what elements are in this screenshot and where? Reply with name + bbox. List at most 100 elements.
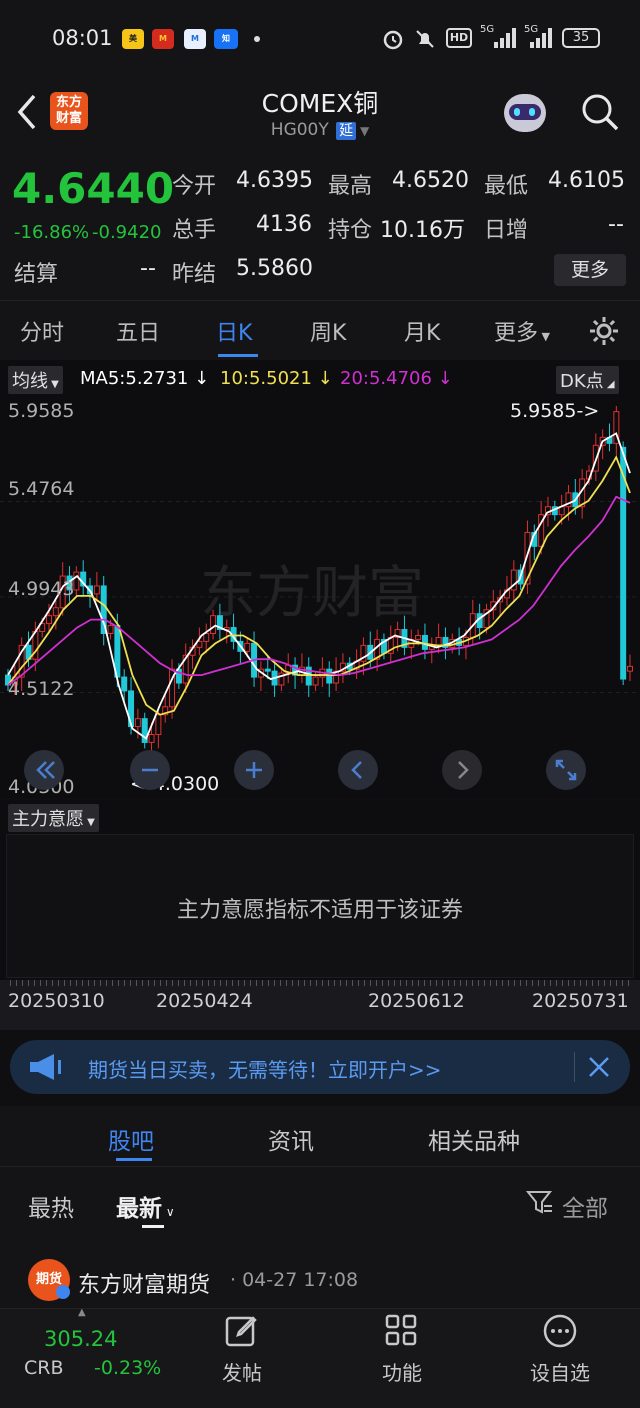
robot-assistant-icon[interactable] [500, 92, 550, 138]
post-button-label[interactable]: 发帖 [212, 1357, 272, 1386]
zhihu-app-icon: 知 [214, 29, 238, 49]
candle-body [93, 585, 100, 595]
ma5-legend: MA5:5.2731 ↓ [80, 368, 210, 389]
tab-more-label: 更多 [494, 321, 539, 346]
last-price: 4.6440 [12, 164, 175, 213]
m-app-icon: M [184, 29, 206, 49]
low-value: 4.6105 [548, 168, 625, 193]
scroll-right-button[interactable] [442, 750, 482, 790]
candle-body [264, 668, 271, 672]
more-quote-button[interactable]: 更多 [554, 254, 626, 286]
verified-badge-icon [56, 1285, 70, 1299]
volume-label: 总手 [172, 218, 217, 243]
account-open-banner[interactable]: 期货当日买卖，无需等待！立即开户>> [10, 1040, 630, 1094]
functions-grid-icon[interactable] [384, 1313, 420, 1349]
status-bar: 08:01 美 M M 知 HD 5G 5G 35 [0, 0, 640, 78]
watchlist-button-label[interactable]: 设自选 [522, 1357, 598, 1386]
fullscreen-button[interactable] [546, 750, 586, 790]
ma-dropdown-label: 均线 [12, 371, 48, 392]
crb-index-name[interactable]: CRB [24, 1357, 64, 1379]
ma-dropdown[interactable]: 均线 ▼ [8, 366, 63, 394]
y-label-4: 4.5122 [8, 678, 75, 700]
ma-legend-row: 均线 ▼ MA5:5.2731 ↓ 10:5.5021 ↓ 20:5.4706 … [0, 366, 640, 394]
ma20-legend: 20:5.4706 ↓ [340, 368, 453, 389]
prev-settle-label: 昨结 [172, 262, 217, 287]
dk-point-dropdown[interactable]: DK点 ◢ [556, 366, 619, 394]
open-value: 4.6395 [236, 168, 313, 193]
zoom-out-button[interactable] [130, 750, 170, 790]
volume-value: 4136 [256, 212, 312, 237]
ma5-legend-value: MA5:5.2731 [80, 368, 189, 389]
sort-newest[interactable]: 最新 ∨ [116, 1189, 175, 1223]
sort-hot[interactable]: 最热 [28, 1189, 74, 1223]
network-5g-label: 5G [480, 24, 495, 35]
candle-body [244, 642, 251, 652]
kline-chart[interactable]: 均线 ▼ MA5:5.2731 ↓ 10:5.5021 ↓ 20:5.4706 … [0, 360, 640, 798]
tab-weekly-k[interactable]: 周K [310, 315, 346, 347]
tab-guba[interactable]: 股吧 [108, 1122, 154, 1156]
minus-icon [142, 768, 158, 772]
crb-index-value[interactable]: 305.24 [44, 1327, 117, 1351]
change-percent: -16.86% [14, 222, 90, 243]
search-icon[interactable] [580, 92, 620, 132]
expand-icon [555, 759, 577, 781]
banner-text: 期货当日买卖，无需等待！立即开户>> [88, 1058, 442, 1082]
scroll-left-fast-button[interactable] [24, 750, 64, 790]
candle-body [52, 607, 59, 617]
tab-intraday[interactable]: 分时 [20, 315, 64, 347]
settings-gear-icon[interactable] [588, 315, 620, 347]
mcdonalds-app-icon: M [152, 29, 174, 49]
tab-news[interactable]: 资讯 [268, 1122, 314, 1156]
crb-index-change[interactable]: -0.23% [94, 1357, 161, 1379]
edit-post-icon[interactable] [224, 1313, 260, 1349]
filter-all[interactable]: 全部 [562, 1189, 608, 1223]
mute-bell-icon [416, 30, 434, 48]
settle-value: -- [140, 256, 156, 281]
date-label-4: 20250731 [532, 990, 629, 1012]
tab-related[interactable]: 相关品种 [428, 1122, 520, 1156]
candle-body [73, 571, 80, 591]
add-watchlist-icon[interactable] [542, 1313, 578, 1349]
high-value: 4.6520 [392, 168, 469, 193]
post-author[interactable]: 东方财富期货 [78, 1267, 210, 1299]
indicator-unavailable-message: 主力意愿指标不适用于该证券 [176, 898, 463, 923]
more-notifications-dot [254, 36, 260, 42]
active-tab-underline [218, 354, 258, 357]
post-feed: 最热 最新 ∨ 全部 期货 东方财富期货 · 04-27 17:08 [0, 1166, 640, 1308]
tab-five-day[interactable]: 五日 [116, 315, 160, 347]
tab-monthly-k[interactable]: 月K [404, 315, 440, 347]
instrument-code: HG00Y [270, 120, 329, 140]
y-label-1: 5.9585 [8, 400, 75, 422]
y-label-3: 4.9943 [8, 578, 75, 600]
open-interest-value: 10.16万 [380, 218, 465, 243]
date-label-2: 20250424 [156, 990, 253, 1012]
scroll-left-button[interactable] [338, 750, 378, 790]
content-tabs: 股吧 资讯 相关品种 [0, 1106, 640, 1166]
dk-point-label: DK点 [560, 371, 604, 392]
filter-icon[interactable] [526, 1189, 554, 1217]
post-time: · 04-27 17:08 [230, 1269, 359, 1291]
expand-up-icon[interactable]: ▲ [78, 1307, 86, 1318]
close-icon[interactable] [588, 1056, 610, 1078]
tab-more[interactable]: 更多 ▼ [494, 315, 550, 347]
candlestick-plot: 东方财富 [0, 406, 640, 753]
tab-daily-k[interactable]: 日K [216, 315, 252, 347]
candle-body [121, 676, 128, 692]
open-interest-label: 持仓 [328, 218, 373, 243]
candle-body [155, 714, 162, 736]
daily-increase-label: 日增 [484, 218, 529, 243]
low-label: 最低 [484, 174, 529, 199]
candle-body [210, 615, 217, 634]
quote-panel: 4.6440 -16.86% -0.9420 今开 4.6395 最高 4.65… [0, 150, 640, 300]
open-label: 今开 [172, 174, 217, 199]
double-chevron-left-icon [36, 761, 55, 779]
daily-increase-value: -- [608, 212, 624, 237]
bottom-nav: ▲ 305.24 CRB -0.23% 发帖 功能 设自选 [0, 1307, 640, 1408]
indicator-dropdown[interactable]: 主力意愿 ▼ [8, 804, 99, 832]
functions-button-label[interactable]: 功能 [372, 1357, 432, 1386]
candle-body [326, 668, 333, 684]
ma10-legend: 10:5.5021 ↓ [220, 368, 333, 389]
zoom-in-button[interactable] [234, 750, 274, 790]
high-label: 最高 [328, 174, 373, 199]
delayed-badge: 延 [336, 122, 357, 140]
